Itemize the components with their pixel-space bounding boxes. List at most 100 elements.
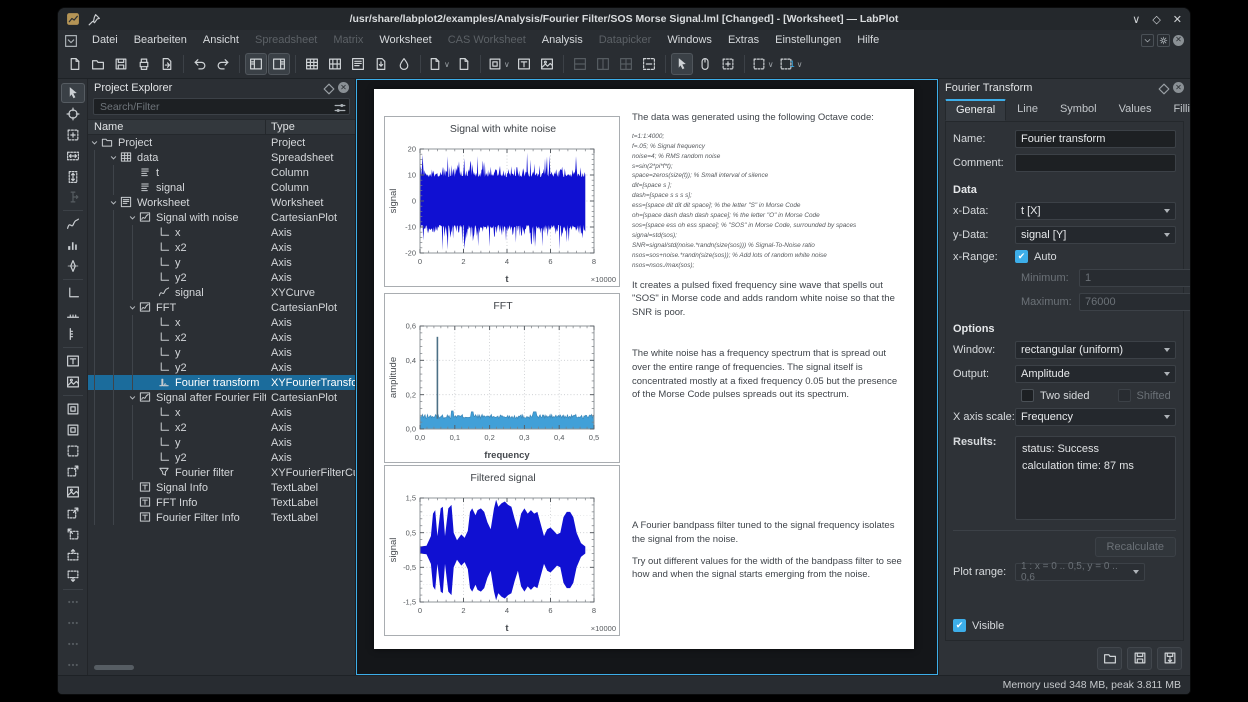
menu-windows[interactable]: Windows	[659, 32, 720, 48]
tree-row-signal-with-noise[interactable]: Signal with noiseCartesianPlot	[88, 210, 355, 225]
tab-general[interactable]: General	[945, 99, 1006, 121]
zoom-fit-page-tool[interactable]	[61, 482, 85, 502]
plot-filtered-signal[interactable]: Filtered signal024681,50,5-0,5-1,5t×1000…	[384, 465, 620, 636]
close-dock-icon[interactable]: ✕	[338, 82, 349, 93]
tree-row-x[interactable]: xAxis	[88, 405, 355, 420]
add-image-tool[interactable]	[61, 372, 85, 392]
plot-fft[interactable]: FFT0,00,10,20,30,40,50,00,20,40,6frequen…	[384, 293, 620, 463]
new-project-button[interactable]	[64, 53, 86, 75]
menu-analysis[interactable]: Analysis	[534, 32, 591, 48]
zoom-selection-tool[interactable]	[61, 125, 85, 145]
tree-header-type[interactable]: Type	[266, 120, 355, 134]
add-axis-tool[interactable]	[61, 283, 85, 303]
ydata-combobox[interactable]: signal [Y]	[1015, 226, 1176, 244]
zoom-y-selection-tool[interactable]	[61, 167, 85, 187]
menu-ansicht[interactable]: Ansicht	[195, 32, 247, 48]
float-dock-icon[interactable]	[1157, 82, 1168, 93]
window-combobox[interactable]: rectangular (uniform)	[1015, 341, 1176, 359]
settings-gear-icon[interactable]	[1157, 34, 1170, 47]
close-menubar-icon[interactable]: ✕	[1173, 35, 1184, 46]
tree-row-y[interactable]: yAxis	[88, 435, 355, 450]
select-mode-button[interactable]	[671, 53, 693, 75]
new-spreadsheet-button[interactable]	[301, 53, 323, 75]
tree-row-x[interactable]: xAxis	[88, 225, 355, 240]
break-layout-button[interactable]	[638, 53, 660, 75]
tree-row-fourier-filter[interactable]: Fourier filterXYFourierFilterCurve	[88, 465, 355, 480]
tree-row-signal[interactable]: signalColumn	[88, 180, 355, 195]
tree-row-worksheet[interactable]: WorksheetWorksheet	[88, 195, 355, 210]
crosshair-tool[interactable]	[61, 104, 85, 124]
tab-line[interactable]: Line	[1006, 99, 1049, 121]
add-text-label-tool[interactable]	[61, 351, 85, 371]
add-image-button[interactable]	[536, 53, 558, 75]
magnification-presets-button[interactable]: ∨	[750, 53, 776, 75]
tree-header[interactable]: Name Type	[88, 119, 355, 135]
save-config-as-button[interactable]	[1157, 647, 1182, 670]
tree-row-fft-info[interactable]: FFT InfoTextLabel	[88, 495, 355, 510]
tree-row-fourier-filter-info[interactable]: Fourier Filter InfoTextLabel	[88, 510, 355, 525]
minimize-button[interactable]: ∨	[1132, 13, 1140, 26]
open-project-button[interactable]	[87, 53, 109, 75]
tree-row-y2[interactable]: y2Axis	[88, 270, 355, 285]
toggle-project-explorer-button[interactable]	[245, 53, 267, 75]
comment-field[interactable]	[1015, 154, 1176, 172]
maximize-button[interactable]: ◇	[1152, 13, 1160, 26]
xaxis-scale-combobox[interactable]: Frequency	[1015, 408, 1176, 426]
fft-info-label[interactable]: The white noise has a frequency spectrum…	[632, 347, 904, 402]
add-horizontal-axis-tool[interactable]	[61, 304, 85, 324]
float-dock-icon[interactable]	[322, 82, 333, 93]
scale-auto-y-tool[interactable]	[61, 545, 85, 565]
magnification-button[interactable]: 1∨	[777, 53, 805, 75]
select-mode-tool[interactable]	[61, 83, 85, 103]
menu-hilfe[interactable]: Hilfe	[849, 32, 887, 48]
pin-icon[interactable]	[87, 13, 99, 25]
tree-horizontal-scrollbar[interactable]	[92, 664, 351, 672]
zoom-area-tool[interactable]	[61, 441, 85, 461]
collapse-menubar-icon[interactable]	[1141, 34, 1154, 47]
tree-header-name[interactable]: Name	[88, 120, 266, 134]
zoom-select-mode-button[interactable]	[717, 53, 739, 75]
tree-row-fft[interactable]: FFTCartesianPlot	[88, 300, 355, 315]
tree-row-data[interactable]: dataSpreadsheet	[88, 150, 355, 165]
close-dock-icon[interactable]: ✕	[1173, 82, 1184, 93]
output-combobox[interactable]: Amplitude	[1015, 365, 1176, 383]
tree-row-y2[interactable]: y2Axis	[88, 360, 355, 375]
tree-row-signal-info[interactable]: Signal InfoTextLabel	[88, 480, 355, 495]
add-vertical-axis-tool[interactable]	[61, 324, 85, 344]
add-text-label-button[interactable]	[513, 53, 535, 75]
worksheet-view[interactable]: Signal with white noise0246820100-10-20t…	[356, 79, 938, 675]
tree-row-t[interactable]: tColumn	[88, 165, 355, 180]
scale-auto-x-tool[interactable]	[61, 524, 85, 544]
close-button[interactable]: ✕	[1173, 13, 1182, 26]
visible-checkbox[interactable]: ✔	[953, 619, 966, 632]
save-project-button[interactable]	[110, 53, 132, 75]
tree-row-x2[interactable]: x2Axis	[88, 420, 355, 435]
tree-row-x2[interactable]: x2Axis	[88, 240, 355, 255]
add-histogram-tool[interactable]	[61, 235, 85, 255]
fourier-filter-info-label[interactable]: A Fourier bandpass filter tuned to the s…	[632, 519, 904, 582]
tree-row-x[interactable]: xAxis	[88, 315, 355, 330]
redo-button[interactable]	[212, 53, 234, 75]
menu-bearbeiten[interactable]: Bearbeiten	[126, 32, 195, 48]
tree-row-y[interactable]: yAxis	[88, 345, 355, 360]
two-sided-checkbox[interactable]	[1021, 389, 1034, 402]
tree-row-y2[interactable]: y2Axis	[88, 450, 355, 465]
tab-filling[interactable]: Filling	[1162, 99, 1190, 121]
duplicate-document-button[interactable]	[453, 53, 475, 75]
menu-worksheet[interactable]: Worksheet	[371, 32, 439, 48]
zoom-fit-selection-tool[interactable]	[61, 461, 85, 481]
signal-info-label[interactable]: The data was generated using the followi…	[632, 111, 908, 320]
tree-row-y[interactable]: yAxis	[88, 255, 355, 270]
zoom-x-selection-tool[interactable]	[61, 146, 85, 166]
name-field[interactable]	[1015, 130, 1176, 148]
tree-row-signal-after-fourier-filter[interactable]: Signal after Fourier FilterCartesianPlot	[88, 390, 355, 405]
print-button[interactable]	[133, 53, 155, 75]
navigate-mode-button[interactable]	[694, 53, 716, 75]
new-matrix-button[interactable]	[324, 53, 346, 75]
worksheet-page[interactable]: Signal with white noise0246820100-10-20t…	[374, 89, 914, 649]
tab-symbol[interactable]: Symbol	[1049, 99, 1108, 121]
window-menu-icon[interactable]	[64, 34, 78, 47]
data-picker-tool[interactable]	[61, 256, 85, 276]
xdata-combobox[interactable]: t [X]	[1015, 202, 1176, 220]
menu-datei[interactable]: Datei	[84, 32, 126, 48]
